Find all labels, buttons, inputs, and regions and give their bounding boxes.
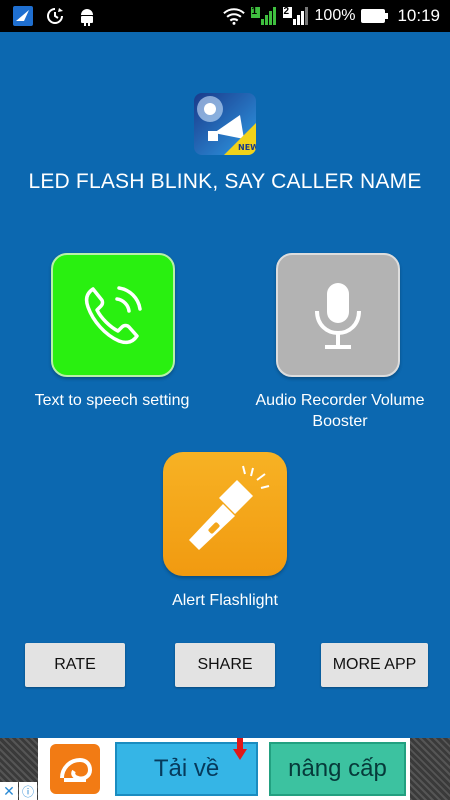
sync-icon (44, 5, 66, 27)
share-button[interactable]: SHARE (175, 643, 275, 687)
app-notification-icon (12, 5, 34, 27)
battery-icon (361, 9, 389, 23)
phone-call-icon (84, 286, 142, 345)
clock: 10:19 (397, 6, 440, 25)
alert-flashlight-label: Alert Flashlight (172, 592, 278, 609)
microphone-icon (315, 283, 361, 349)
status-right-icons: 1 2 100% 10:19 (222, 5, 450, 27)
squirrel-logo-icon (60, 757, 93, 782)
down-arrow-icon (233, 738, 247, 760)
audio-recorder-label: Audio Recorder Volume Booster (255, 392, 425, 430)
signal-sim1-icon: 1 (250, 5, 277, 27)
app-title: LED FLASH BLINK, SAY CALLER NAME (28, 170, 422, 193)
rate-button[interactable]: RATE (25, 643, 125, 687)
svg-text:NEW: NEW (238, 143, 256, 152)
flashlight-icon (189, 465, 270, 550)
wifi-icon (222, 5, 245, 27)
battery-percent: 100% (314, 7, 356, 24)
ad-close-icon[interactable]: ✕ (0, 782, 18, 800)
sim1-number: 1 (251, 6, 258, 17)
ad-upgrade-button[interactable]: nâng cấp (269, 742, 406, 796)
sim2-number: 2 (283, 6, 290, 17)
ad-info-icon[interactable]: ⓘ (19, 782, 37, 800)
audio-recorder-tile[interactable] (276, 253, 400, 377)
ad-app-logo[interactable] (50, 744, 100, 794)
status-left-icons (0, 5, 98, 27)
status-bar: 1 2 100% 10:19 (0, 0, 450, 32)
more-app-button[interactable]: MORE APP (321, 643, 428, 687)
text-to-speech-tile[interactable] (51, 253, 175, 377)
android-icon (76, 5, 98, 27)
flash-megaphone-logo-icon: NEW (194, 93, 256, 155)
signal-sim2-icon: 2 (282, 5, 309, 27)
app-logo: NEW (194, 93, 256, 155)
alert-flashlight-tile[interactable] (163, 452, 287, 576)
text-to-speech-label: Text to speech setting (34, 392, 190, 409)
